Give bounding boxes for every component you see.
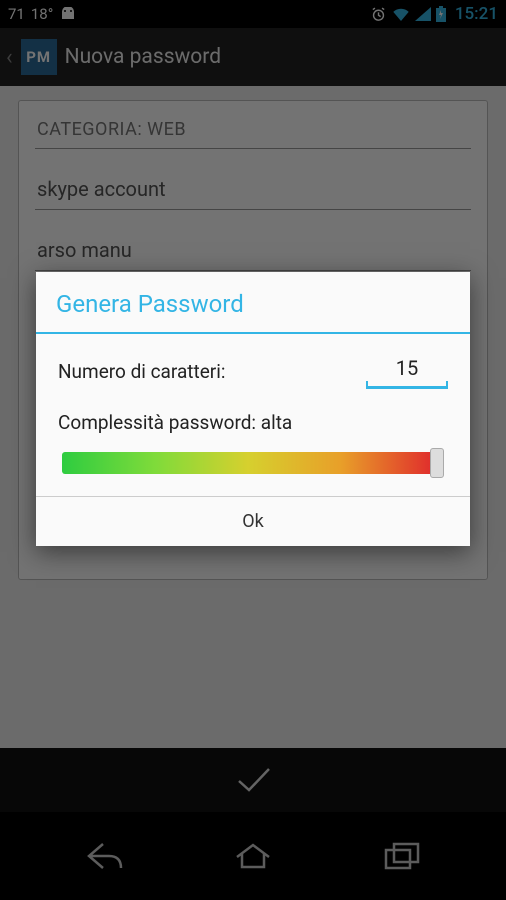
slider-thumb[interactable]: [430, 448, 444, 478]
complexity-label: Complessità password: alta: [58, 411, 448, 434]
complexity-slider[interactable]: [62, 448, 444, 478]
chars-input[interactable]: 15: [366, 354, 448, 389]
chars-label: Numero di caratteri:: [58, 360, 225, 383]
generate-password-dialog: Genera Password Numero di caratteri: 15 …: [36, 272, 470, 546]
slider-track: [62, 452, 434, 474]
ok-button[interactable]: Ok: [36, 496, 470, 546]
dialog-title: Genera Password: [36, 272, 470, 332]
